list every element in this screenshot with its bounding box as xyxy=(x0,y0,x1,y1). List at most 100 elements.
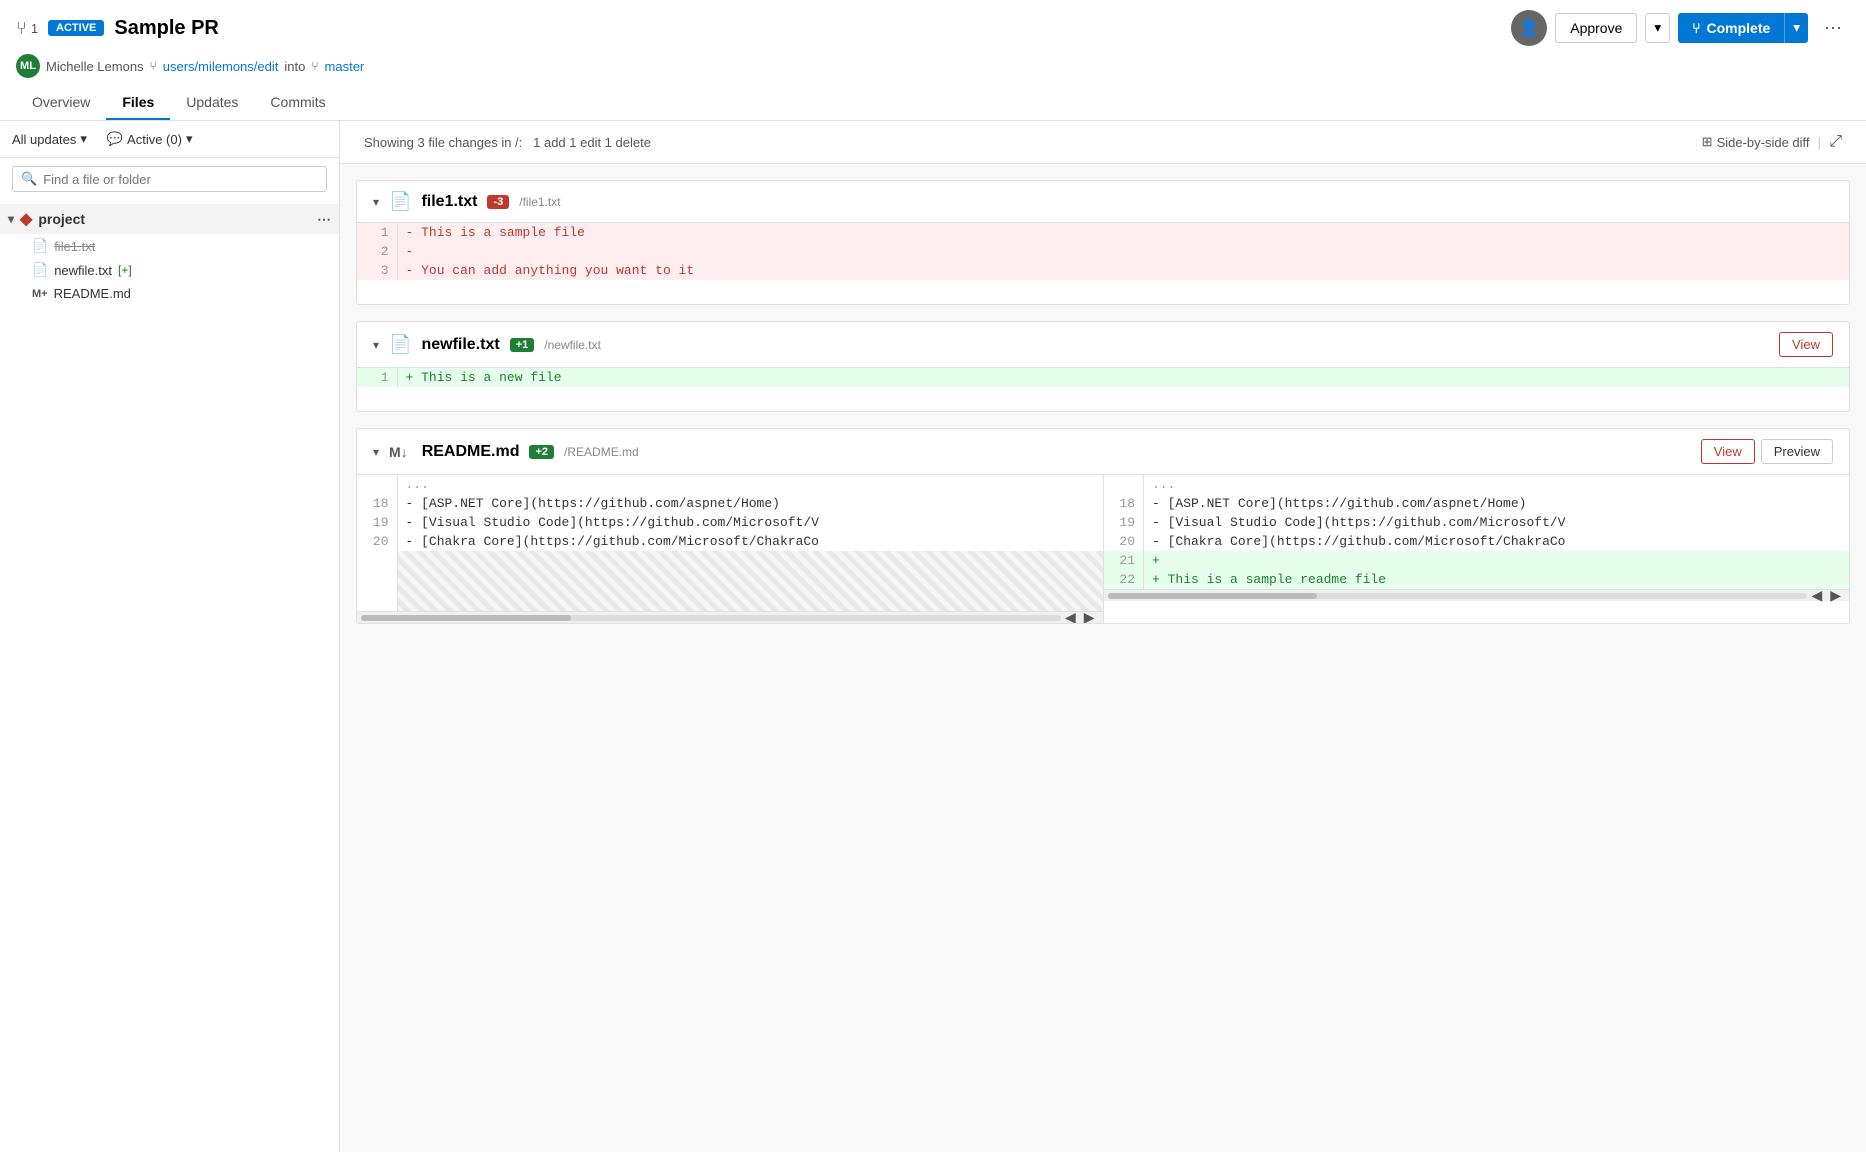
tab-updates[interactable]: Updates xyxy=(170,86,254,120)
line-num: 2 xyxy=(357,242,397,261)
diff-cell: - [Visual Studio Code](https://github.co… xyxy=(1144,513,1850,532)
target-branch-link[interactable]: master xyxy=(325,59,365,74)
file1-spacer xyxy=(357,280,1849,304)
right-scrollbar[interactable]: ◀ ▶ xyxy=(1104,589,1850,601)
diff-cell: - [Visual Studio Code](https://github.co… xyxy=(397,513,1103,532)
table-row: 20 - [Chakra Core](https://github.com/Mi… xyxy=(1104,532,1850,551)
line-num: 3 xyxy=(357,261,397,280)
readme-name-header: README.md xyxy=(422,443,520,461)
ellipsis-icon: ⋯ xyxy=(1824,18,1842,38)
diff-cell: - You can add anything you want to it xyxy=(397,261,1849,280)
tab-files[interactable]: Files xyxy=(106,86,170,120)
newfile-diff-badge: +1 xyxy=(510,338,535,352)
newfile-diff-table: 1 + This is a new file xyxy=(357,368,1849,387)
file-item-file1[interactable]: 📄 file1.txt xyxy=(0,234,339,258)
expand-button[interactable]: ⤢ xyxy=(1829,133,1842,151)
diff-cell: - xyxy=(397,242,1849,261)
readme-view-button[interactable]: View xyxy=(1701,439,1755,464)
folder-name: project xyxy=(38,211,85,227)
line-num: 19 xyxy=(357,513,397,532)
table-row: 3 - You can add anything you want to it xyxy=(357,261,1849,280)
file1-path: /file1.txt xyxy=(519,195,560,209)
project-folder[interactable]: ▾ ◆ project ⋯ xyxy=(0,204,339,234)
file-item-newfile[interactable]: 📄 newfile.txt [+] xyxy=(0,258,339,282)
newfile-name: newfile.txt xyxy=(54,263,112,278)
complete-button[interactable]: ⑂ Complete xyxy=(1678,13,1784,43)
readme-name: README.md xyxy=(54,286,131,301)
right-scroll-arrow-left[interactable]: ◀ xyxy=(1807,587,1826,604)
table-row: 18 - [ASP.NET Core](https://github.com/a… xyxy=(357,494,1103,513)
header-top: ⑂ 1 ACTIVE Sample PR 👤 Approve ▾ ⑂ Compl… xyxy=(16,10,1850,54)
folder-more-icon[interactable]: ⋯ xyxy=(317,211,331,228)
file-item-readme[interactable]: M+ README.md xyxy=(0,282,339,305)
left-scrollbar[interactable]: ◀ ▶ xyxy=(357,611,1103,623)
left-scroll-arrow-left[interactable]: ◀ xyxy=(1061,609,1080,623)
newfile-added-badge: [+] xyxy=(118,263,132,277)
line-num xyxy=(1104,475,1144,494)
source-branch-link[interactable]: users/milemons/edit xyxy=(163,59,279,74)
into-text: into xyxy=(284,59,305,74)
readme-actions: View Preview xyxy=(1701,439,1833,464)
readme-preview-button[interactable]: Preview xyxy=(1761,439,1833,464)
readme-diff-badge: +2 xyxy=(529,445,554,459)
approve-chevron-icon: ▾ xyxy=(1654,20,1661,35)
side-by-side-icon: ⊞ xyxy=(1702,134,1713,150)
readme-path: /README.md xyxy=(564,445,639,459)
readme-right-table: ... 18 - [ASP.NET Core](https://github.c… xyxy=(1104,475,1850,589)
file-block-newfile: ▾ 📄 newfile.txt +1 /newfile.txt View 1 +… xyxy=(356,321,1850,412)
readme-left-table: ... 18 - [ASP.NET Core](https://github.c… xyxy=(357,475,1103,611)
pr-icon-area: ⑂ 1 xyxy=(16,18,38,39)
file-doc-icon-2: 📄 xyxy=(32,262,48,278)
pr-fork-icon: ⑂ xyxy=(16,18,27,39)
diff-cell: - [Chakra Core](https://github.com/Micro… xyxy=(397,532,1103,551)
newfile-view-button[interactable]: View xyxy=(1779,332,1833,357)
line-num: 1 xyxy=(357,223,397,242)
line-num: 20 xyxy=(1104,532,1144,551)
more-options-button[interactable]: ⋯ xyxy=(1816,12,1850,45)
newfile-doc-icon: 📄 xyxy=(389,334,411,355)
complete-button-group: ⑂ Complete ▾ xyxy=(1678,13,1808,43)
newfile-collapse-chevron[interactable]: ▾ xyxy=(373,338,379,352)
approve-button[interactable]: Approve xyxy=(1555,13,1637,43)
all-updates-filter[interactable]: All updates ▾ xyxy=(12,131,87,147)
side-by-side-button[interactable]: ⊞ Side-by-side diff xyxy=(1702,134,1810,150)
table-row: ... xyxy=(357,475,1103,494)
table-row: 19 - [Visual Studio Code](https://github… xyxy=(1104,513,1850,532)
table-row: 2 - xyxy=(357,242,1849,261)
complete-chevron-icon: ▾ xyxy=(1793,20,1800,35)
sidebar: All updates ▾ 💬 Active (0) ▾ 🔍 ▾ ◆ proje… xyxy=(0,121,340,1152)
file-block-header-newfile: ▾ 📄 newfile.txt +1 /newfile.txt View xyxy=(357,322,1849,368)
line-num: 22 xyxy=(1104,570,1144,589)
line-num: 18 xyxy=(1104,494,1144,513)
line-num xyxy=(357,475,397,494)
comments-filter[interactable]: 💬 Active (0) ▾ xyxy=(107,131,193,147)
approve-dropdown-button[interactable]: ▾ xyxy=(1645,13,1670,43)
diff-cell: ... xyxy=(397,475,1103,494)
changes-summary-text: Showing 3 file changes in /: xyxy=(364,135,522,150)
newfile-actions: View xyxy=(1779,332,1833,357)
line-num xyxy=(357,551,397,611)
content-area: Showing 3 file changes in /: 1 add 1 edi… xyxy=(340,121,1866,1152)
readme-left-pane: ... 18 - [ASP.NET Core](https://github.c… xyxy=(357,475,1103,623)
complete-dropdown-button[interactable]: ▾ xyxy=(1784,13,1808,43)
file-block-file1: ▾ 📄 file1.txt -3 /file1.txt 1 - This is … xyxy=(356,180,1850,305)
view-controls: ⊞ Side-by-side diff | ⤢ xyxy=(1702,133,1842,151)
file-search-box[interactable]: 🔍 xyxy=(12,166,327,192)
tab-overview[interactable]: Overview xyxy=(16,86,106,120)
tab-commits[interactable]: Commits xyxy=(254,86,341,120)
left-scroll-arrow-right[interactable]: ▶ xyxy=(1080,609,1099,623)
line-num: 19 xyxy=(1104,513,1144,532)
folder-icon: ◆ xyxy=(20,209,32,229)
filter-chevron-icon: ▾ xyxy=(80,131,87,147)
author-name: Michelle Lemons xyxy=(46,59,144,74)
right-scroll-arrow-right[interactable]: ▶ xyxy=(1826,587,1845,604)
left-scrollbar-track xyxy=(361,615,1061,621)
table-row: 21 + xyxy=(1104,551,1850,570)
header-meta: ML Michelle Lemons ⑂ users/milemons/edit… xyxy=(16,54,1850,78)
right-scrollbar-track xyxy=(1108,593,1808,599)
table-row: 22 + This is a sample readme file xyxy=(1104,570,1850,589)
search-input[interactable] xyxy=(43,172,318,187)
line-num: 20 xyxy=(357,532,397,551)
readme-collapse-chevron[interactable]: ▾ xyxy=(373,445,379,459)
file1-collapse-chevron[interactable]: ▾ xyxy=(373,195,379,209)
